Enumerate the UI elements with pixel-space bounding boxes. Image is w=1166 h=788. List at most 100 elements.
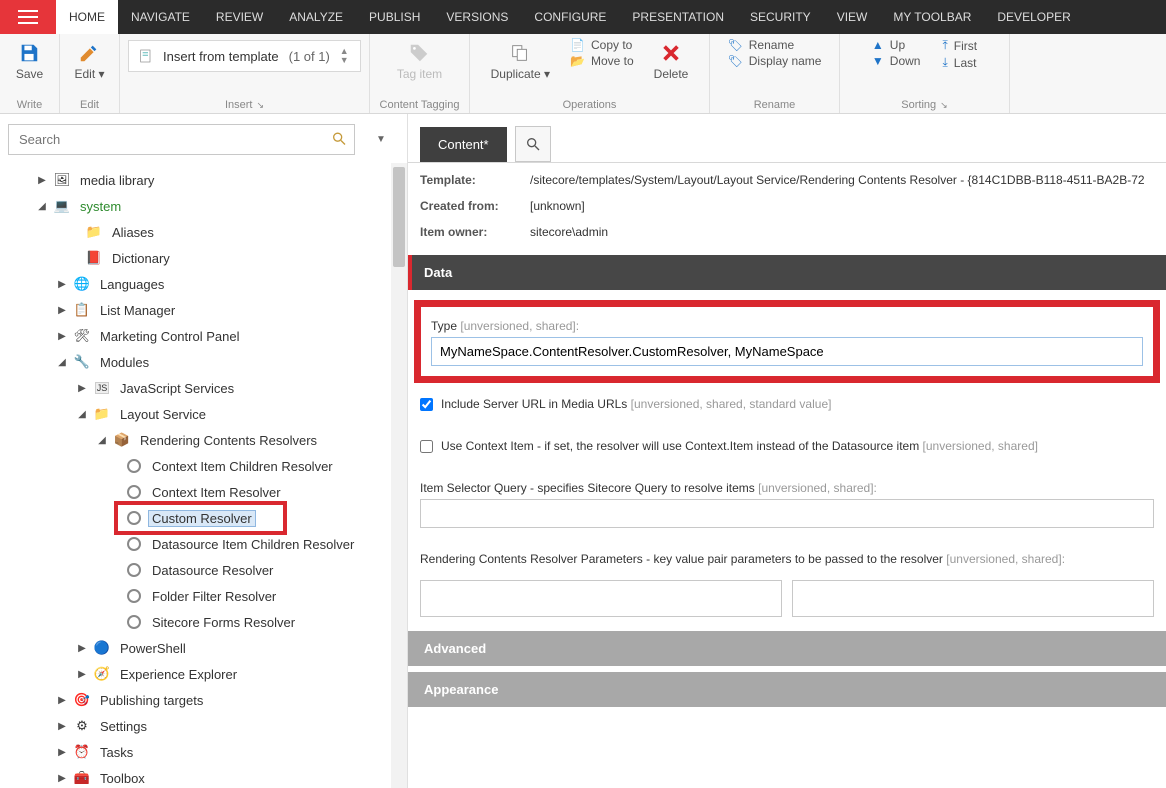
insert-stepper[interactable]: ▲▼ xyxy=(340,47,349,65)
content-tree[interactable]: ▶ 🖼 media library ◢ 💻 system 📁Aliases xyxy=(0,163,407,788)
section-appearance[interactable]: Appearance xyxy=(408,672,1166,707)
move-to-button[interactable]: 📂Move to xyxy=(570,54,634,68)
tree-scrollbar[interactable] xyxy=(391,163,407,788)
tab-content[interactable]: Content* xyxy=(420,127,507,162)
group-insert-label: Insert↘ xyxy=(225,99,264,111)
tab-analyze[interactable]: ANALYZE xyxy=(276,0,356,34)
tree-node-marketing-control-panel[interactable]: ▶🛠Marketing Control Panel xyxy=(0,323,407,349)
item-selector-input[interactable] xyxy=(420,499,1154,528)
powershell-icon: 🔵 xyxy=(94,640,110,656)
expander-icon[interactable]: ▶ xyxy=(56,773,68,784)
search-input[interactable] xyxy=(8,124,355,155)
tab-configure[interactable]: CONFIGURE xyxy=(521,0,619,34)
sort-down-button[interactable]: ▼Down xyxy=(872,54,921,68)
tree-node-context-item-children-resolver[interactable]: Context Item Children Resolver xyxy=(0,453,407,479)
expander-icon[interactable]: ▶ xyxy=(56,305,68,316)
display-name-button[interactable]: 🏷Display name xyxy=(728,54,822,68)
hamburger-menu[interactable] xyxy=(0,0,56,34)
tasks-icon: ⏰ xyxy=(74,744,90,760)
tree-node-system[interactable]: ◢ 💻 system xyxy=(0,193,407,219)
tree-node-toolbox[interactable]: ▶🧰Toolbox xyxy=(0,765,407,788)
group-operations-label: Operations xyxy=(563,99,617,111)
include-server-url-label: Include Server URL in Media URLs [unvers… xyxy=(441,397,831,411)
expander-icon[interactable]: ◢ xyxy=(96,435,108,446)
publishing-icon: 🎯 xyxy=(74,692,90,708)
book-icon: 📕 xyxy=(86,250,102,266)
rename-button[interactable]: 🏷Rename xyxy=(728,38,822,52)
edit-button[interactable]: Edit ▾ xyxy=(68,38,110,85)
expander-icon[interactable]: ◢ xyxy=(76,409,88,420)
expander-icon[interactable]: ▶ xyxy=(56,331,68,342)
tree-node-modules[interactable]: ◢🔧Modules xyxy=(0,349,407,375)
section-data[interactable]: Data xyxy=(408,255,1166,290)
tree-node-languages[interactable]: ▶🌐Languages xyxy=(0,271,407,297)
tree-node-sitecore-forms-resolver[interactable]: Sitecore Forms Resolver xyxy=(0,609,407,635)
tree-node-publishing-targets[interactable]: ▶🎯Publishing targets xyxy=(0,687,407,713)
sorting-dialog-launcher-icon[interactable]: ↘ xyxy=(940,100,948,110)
use-context-item-checkbox[interactable] xyxy=(420,440,433,453)
expander-icon[interactable]: ▶ xyxy=(36,175,48,186)
tree-node-javascript-services[interactable]: ▶JSJavaScript Services xyxy=(0,375,407,401)
tab-versions[interactable]: VERSIONS xyxy=(433,0,521,34)
resolver-param-value-input[interactable] xyxy=(792,580,1154,617)
sort-last-button[interactable]: ⤓Last xyxy=(942,55,977,70)
expander-icon[interactable]: ▶ xyxy=(76,643,88,654)
save-button[interactable]: Save xyxy=(10,38,49,85)
tag-item-button[interactable]: Tag item xyxy=(391,38,448,85)
tab-publish[interactable]: PUBLISH xyxy=(356,0,433,34)
content-panel: Content* Template:/sitecore/templates/Sy… xyxy=(408,114,1166,788)
scrollbar-thumb[interactable] xyxy=(393,167,405,267)
insert-from-template-button[interactable]: Insert from template (1 of 1) ▲▼ xyxy=(128,40,361,72)
type-field-input[interactable] xyxy=(431,337,1143,366)
tab-home[interactable]: HOME xyxy=(56,0,118,34)
tree-node-dictionary[interactable]: 📕Dictionary xyxy=(0,245,407,271)
tree-node-rendering-contents-resolvers[interactable]: ◢📦Rendering Contents Resolvers xyxy=(0,427,407,453)
tab-review[interactable]: REVIEW xyxy=(203,0,276,34)
tab-presentation[interactable]: PRESENTATION xyxy=(619,0,737,34)
search-dropdown-button[interactable]: ▼ xyxy=(363,134,399,145)
resolver-param-key-input[interactable] xyxy=(420,580,782,617)
tree-node-media-library[interactable]: ▶ 🖼 media library xyxy=(0,167,407,193)
delete-button[interactable]: Delete xyxy=(648,38,695,85)
expander-icon[interactable]: ▶ xyxy=(76,669,88,680)
tree-node-custom-resolver[interactable]: Custom Resolver xyxy=(0,505,407,531)
include-server-url-checkbox[interactable] xyxy=(420,398,433,411)
expander-icon[interactable]: ▶ xyxy=(56,747,68,758)
expander-icon[interactable]: ▶ xyxy=(56,695,68,706)
type-field-highlight: Type [unversioned, shared]: xyxy=(414,300,1160,383)
expander-icon[interactable]: ▶ xyxy=(76,383,88,394)
tree-node-list-manager[interactable]: ▶📋List Manager xyxy=(0,297,407,323)
copy-to-button[interactable]: 📄Copy to xyxy=(570,38,634,52)
list-icon: 📋 xyxy=(74,302,90,318)
tab-developer[interactable]: DEVELOPER xyxy=(984,0,1083,34)
tab-security[interactable]: SECURITY xyxy=(737,0,824,34)
tree-node-folder-filter-resolver[interactable]: Folder Filter Resolver xyxy=(0,583,407,609)
expander-icon[interactable]: ▶ xyxy=(56,721,68,732)
tab-my-toolbar[interactable]: MY TOOLBAR xyxy=(880,0,984,34)
search-icon[interactable] xyxy=(331,130,347,149)
search-content-button[interactable] xyxy=(515,126,551,162)
tag-icon xyxy=(408,42,430,64)
insert-dialog-launcher-icon[interactable]: ↘ xyxy=(256,100,264,110)
gear-icon xyxy=(126,484,142,500)
tree-node-settings[interactable]: ▶⚙Settings xyxy=(0,713,407,739)
tab-navigate[interactable]: NAVIGATE xyxy=(118,0,203,34)
duplicate-button[interactable]: Duplicate ▾ xyxy=(485,38,556,85)
tab-view[interactable]: VIEW xyxy=(824,0,881,34)
sort-up-button[interactable]: ▲Up xyxy=(872,38,921,52)
tree-node-context-item-resolver[interactable]: Context Item Resolver xyxy=(0,479,407,505)
expander-icon[interactable]: ◢ xyxy=(36,201,48,212)
tree-node-tasks[interactable]: ▶⏰Tasks xyxy=(0,739,407,765)
tree-node-layout-service[interactable]: ◢📁Layout Service xyxy=(0,401,407,427)
meta-created-value: [unknown] xyxy=(530,199,1154,213)
tree-node-experience-explorer[interactable]: ▶🧭Experience Explorer xyxy=(0,661,407,687)
expander-icon[interactable]: ▶ xyxy=(56,279,68,290)
tree-node-datasource-item-children-resolver[interactable]: Datasource Item Children Resolver xyxy=(0,531,407,557)
section-advanced[interactable]: Advanced xyxy=(408,631,1166,666)
left-panel: ▼ ▶ 🖼 media library ◢ 💻 xyxy=(0,114,408,788)
tree-node-datasource-resolver[interactable]: Datasource Resolver xyxy=(0,557,407,583)
expander-icon[interactable]: ◢ xyxy=(56,357,68,368)
tree-node-powershell[interactable]: ▶🔵PowerShell xyxy=(0,635,407,661)
sort-first-button[interactable]: ⤒First xyxy=(942,38,977,53)
tree-node-aliases[interactable]: 📁Aliases xyxy=(0,219,407,245)
